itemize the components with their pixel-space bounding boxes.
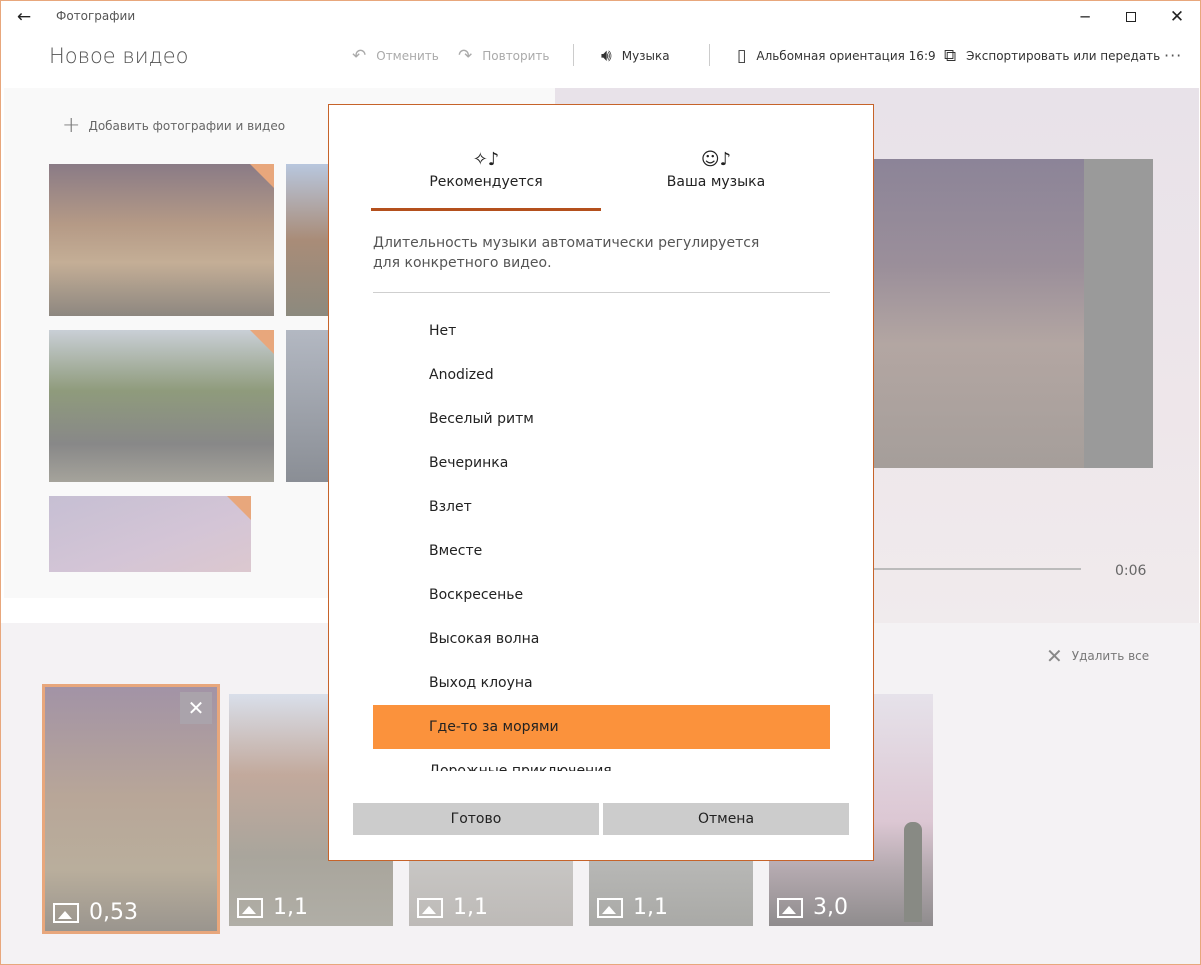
track-item[interactable]: Взлет — [373, 485, 830, 529]
music-button[interactable]: 🔊︎ Музыка — [601, 44, 670, 68]
cancel-button[interactable]: Отмена — [603, 803, 849, 835]
used-marker — [250, 164, 274, 188]
title-bar: ← Фотографии ─ ✕ — [0, 0, 1201, 34]
image-icon — [237, 897, 263, 918]
more-options-button[interactable]: ··· — [1164, 46, 1182, 65]
remove-card-button[interactable]: ✕ — [180, 692, 212, 724]
tab-your-music[interactable]: ☺♪ Ваша музыка — [601, 149, 831, 190]
active-tab-indicator — [371, 208, 601, 211]
app-title: Фотографии — [56, 9, 136, 23]
page-title: Новое видео — [49, 44, 189, 68]
add-media-label: Добавить фотографии и видео — [88, 119, 286, 133]
card-duration-value: 1,1 — [453, 895, 488, 920]
preview-letterbox — [1084, 159, 1153, 468]
used-marker — [250, 330, 274, 354]
undo-icon: ↶ — [352, 45, 367, 66]
card-duration-value: 1,1 — [273, 895, 308, 920]
toolbar-divider — [709, 44, 710, 66]
close-window-button[interactable]: ✕ — [1166, 6, 1188, 28]
track-item[interactable]: Вместе — [373, 529, 830, 573]
image-icon — [777, 897, 803, 918]
track-item[interactable]: Дорожные приключения — [373, 749, 830, 771]
maximize-icon — [1126, 12, 1136, 22]
done-button[interactable]: Готово — [353, 803, 599, 835]
aspect-ratio-icon: ▯ — [737, 45, 747, 66]
plus-icon: + — [62, 113, 81, 138]
orientation-label: Альбомная ориентация 16:9 — [756, 49, 936, 63]
card-image-detail — [904, 822, 922, 922]
back-button[interactable]: ← — [12, 6, 36, 28]
video-preview[interactable] — [873, 159, 1084, 468]
card-duration-value: 3,0 — [813, 895, 848, 920]
storyboard-card[interactable]: ✕ 0,53 — [42, 684, 220, 934]
delete-all-label: Удалить все — [1071, 649, 1150, 663]
undo-button[interactable]: ↶ Отменить — [352, 44, 439, 68]
music-label: Музыка — [621, 49, 670, 63]
tab-label: Ваша музыка — [666, 174, 766, 190]
library-thumbnail[interactable] — [49, 330, 274, 482]
track-item[interactable]: Воскресенье — [373, 573, 830, 617]
card-duration-value: 0,53 — [89, 900, 138, 925]
track-item[interactable]: Вечеринка — [373, 441, 830, 485]
image-icon — [417, 897, 443, 918]
track-list[interactable]: Нет Anodized Веселый ритм Вечеринка Взле… — [373, 309, 830, 771]
music-dialog: ✧♪ Рекомендуется ☺♪ Ваша музыка Длительн… — [328, 104, 874, 861]
toolbar-divider — [573, 44, 574, 66]
library-thumbnail[interactable] — [49, 496, 251, 572]
person-music-icon: ☺♪ — [700, 149, 732, 170]
track-item[interactable]: Выход клоуна — [373, 661, 830, 705]
redo-label: Повторить — [482, 49, 550, 63]
card-duration: 1,1 — [597, 895, 668, 920]
speaker-icon: 🔊︎ — [601, 45, 612, 66]
sparkle-music-icon: ✧♪ — [472, 149, 500, 170]
maximize-button[interactable] — [1120, 6, 1142, 28]
tab-label: Рекомендуется — [429, 174, 543, 190]
seek-bar[interactable] — [873, 568, 1081, 570]
library-thumbnail[interactable] — [49, 164, 274, 316]
storyboard-card[interactable]: 1,1 — [589, 860, 753, 926]
storyboard-card[interactable]: 1,1 — [409, 860, 573, 926]
card-duration: 1,1 — [417, 895, 488, 920]
minimize-button[interactable]: ─ — [1074, 6, 1096, 28]
image-icon — [53, 902, 79, 923]
orientation-button[interactable]: ▯ Альбомная ориентация 16:9 — [737, 44, 936, 68]
undo-label: Отменить — [376, 49, 439, 63]
divider — [373, 292, 830, 293]
video-duration: 0:06 — [1115, 563, 1147, 579]
redo-icon: ↷ — [458, 45, 473, 66]
export-icon: ⧉ — [944, 45, 957, 66]
card-duration-value: 1,1 — [633, 895, 668, 920]
music-description: Длительность музыки автоматически регули… — [373, 235, 760, 271]
card-duration: 0,53 — [53, 900, 138, 925]
card-duration: 1,1 — [237, 895, 308, 920]
redo-button[interactable]: ↷ Повторить — [458, 44, 550, 68]
tab-recommended[interactable]: ✧♪ Рекомендуется — [371, 149, 601, 190]
add-media-button[interactable]: + Добавить фотографии и видео — [62, 115, 285, 137]
export-label: Экспортировать или передать — [966, 49, 1161, 63]
track-item[interactable]: Anodized — [373, 353, 830, 397]
image-icon — [597, 897, 623, 918]
close-icon: ✕ — [1046, 644, 1063, 668]
delete-all-button[interactable]: ✕ Удалить все — [1046, 646, 1149, 666]
card-duration: 3,0 — [777, 895, 848, 920]
used-marker — [227, 496, 251, 520]
track-item[interactable]: Нет — [373, 309, 830, 353]
track-item[interactable]: Веселый ритм — [373, 397, 830, 441]
track-item-selected[interactable]: Где-то за морями — [373, 705, 830, 749]
export-button[interactable]: ⧉ Экспортировать или передать — [944, 44, 1160, 68]
track-item[interactable]: Высокая волна — [373, 617, 830, 661]
